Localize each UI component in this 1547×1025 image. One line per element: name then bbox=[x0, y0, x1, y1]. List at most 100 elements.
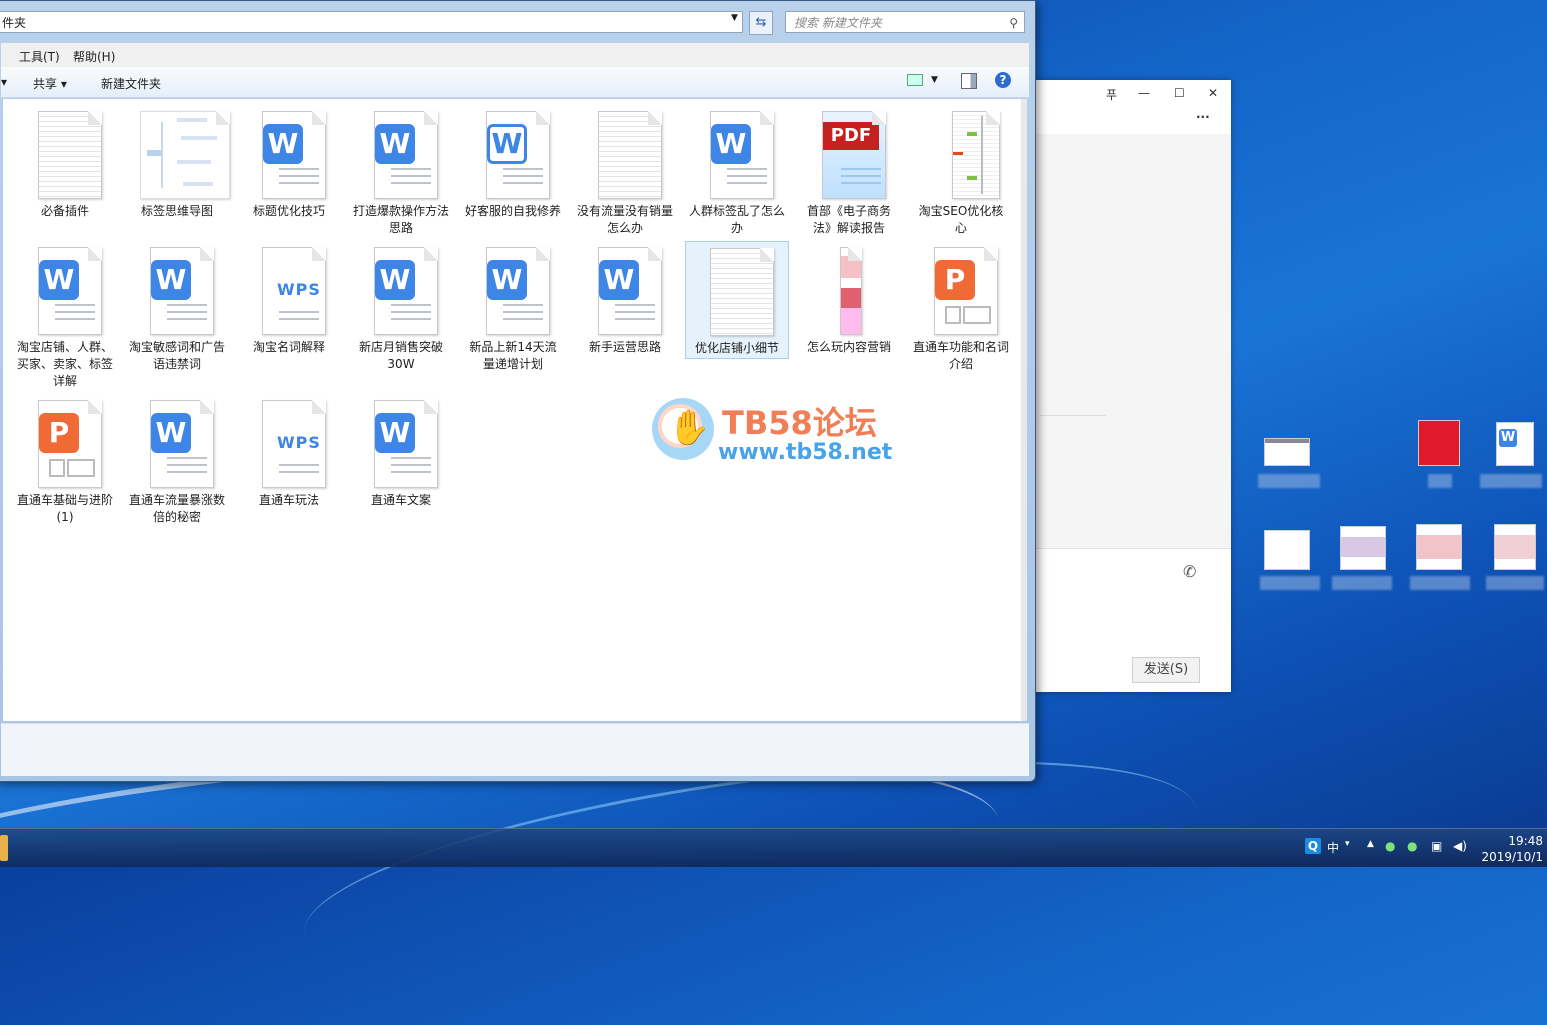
word-icon: W bbox=[487, 124, 527, 164]
pdf-icon: PDF bbox=[823, 122, 879, 150]
file-item[interactable]: 必备插件 bbox=[13, 99, 117, 220]
taskbar: Q 中 ▾ ▲ ● ● ▣ ◀) 19:48 2019/10/1 bbox=[0, 828, 1547, 867]
search-placeholder: 搜索 新建文件夹 bbox=[794, 16, 882, 30]
search-icon[interactable]: ⚲ bbox=[1009, 12, 1018, 34]
wechat-icon[interactable]: ● bbox=[1385, 839, 1395, 853]
file-item[interactable]: WPS 直通车玩法 bbox=[237, 388, 341, 509]
file-label: 直通车玩法 bbox=[258, 493, 319, 507]
file-item[interactable]: W 新手运营思路 bbox=[573, 235, 677, 356]
volume-icon[interactable]: ◀) bbox=[1453, 839, 1467, 853]
chevron-down-icon[interactable]: ▼ bbox=[731, 13, 738, 23]
command-bar: ▾ 共享 ▾ 新建文件夹 ▼ ? bbox=[1, 67, 1029, 98]
file-label: 好客服的自我修养 bbox=[465, 204, 562, 218]
file-label: 标题优化技巧 bbox=[252, 204, 325, 218]
menu-help[interactable]: 帮助(H) bbox=[73, 48, 115, 65]
file-item[interactable]: W 好客服的自我修养 bbox=[461, 99, 565, 220]
file-label: 直通车流量暴涨数倍的秘密 bbox=[129, 493, 226, 524]
word-icon: W bbox=[39, 260, 79, 300]
desktop-file-label bbox=[1260, 576, 1320, 590]
scrollbar[interactable] bbox=[1021, 99, 1027, 721]
help-icon[interactable]: ? bbox=[995, 72, 1011, 88]
document-icon bbox=[38, 111, 102, 199]
wechat-icon[interactable]: ● bbox=[1407, 839, 1417, 853]
file-label: 优化店铺小细节 bbox=[694, 341, 779, 355]
file-item[interactable]: WPS 淘宝名词解释 bbox=[237, 235, 341, 356]
word-icon: W bbox=[151, 413, 191, 453]
refresh-icon[interactable]: ⇆ bbox=[749, 11, 773, 35]
chevron-down-icon[interactable]: ▾ bbox=[1345, 839, 1350, 849]
qq-icon[interactable]: Q bbox=[1305, 838, 1321, 854]
file-label: 直通车基础与进阶(1) bbox=[17, 493, 114, 524]
desktop-file-thumbnail[interactable] bbox=[1340, 526, 1386, 570]
document-icon bbox=[598, 111, 662, 199]
file-item[interactable]: W 打造爆款操作方法思路 bbox=[349, 99, 453, 237]
file-label: 淘宝店铺、人群、买家、卖家、标签详解 bbox=[17, 340, 114, 388]
clock-time: 19:48 bbox=[1508, 834, 1543, 848]
explorer-window: 件夹 ▼ ⇆ 搜索 新建文件夹 ⚲ 工具(T) 帮助(H) ▾ 共享 ▾ 新建文… bbox=[0, 0, 1036, 782]
more-button[interactable]: ··· bbox=[1196, 110, 1210, 124]
file-item[interactable]: W 淘宝敏感词和广告语违禁词 bbox=[125, 235, 229, 373]
wps-icon: WPS bbox=[277, 280, 321, 299]
file-item[interactable]: W 新店月销售突破30W bbox=[349, 235, 453, 373]
share-button[interactable]: 共享 ▾ bbox=[33, 75, 67, 92]
watermark-title: TB58论坛 bbox=[722, 404, 877, 442]
document-icon bbox=[710, 248, 774, 336]
new-folder-button[interactable]: 新建文件夹 bbox=[101, 75, 161, 92]
desktop-file-label bbox=[1258, 474, 1320, 488]
file-item[interactable]: W 直通车流量暴涨数倍的秘密 bbox=[125, 388, 229, 526]
close-button[interactable]: ✕ bbox=[1208, 86, 1218, 100]
minimize-button[interactable]: — bbox=[1138, 86, 1150, 100]
file-item[interactable]: P 直通车功能和名词介绍 bbox=[909, 235, 1013, 373]
hand-icon: ✋ bbox=[668, 408, 711, 448]
desktop-file-thumbnail[interactable] bbox=[1418, 420, 1460, 466]
taskbar-app-button[interactable] bbox=[0, 835, 8, 861]
file-item[interactable]: 没有流量没有销量怎么办 bbox=[573, 99, 677, 237]
file-item[interactable]: W 新品上新14天流量递增计划 bbox=[461, 235, 565, 373]
chevron-up-icon[interactable]: ▲ bbox=[1367, 839, 1374, 849]
address-text: 件夹 bbox=[2, 16, 27, 30]
desktop-file-thumbnail[interactable] bbox=[1416, 524, 1462, 570]
file-label: 必备插件 bbox=[40, 204, 89, 218]
file-label: 直通车功能和名词介绍 bbox=[913, 340, 1010, 371]
desktop-file-thumbnail[interactable] bbox=[1494, 524, 1536, 570]
file-item[interactable]: 标签思维导图 bbox=[125, 99, 230, 220]
desktop-file-thumbnail[interactable] bbox=[1264, 438, 1310, 466]
word-icon: W bbox=[375, 260, 415, 300]
address-bar[interactable]: 件夹 bbox=[0, 11, 743, 33]
network-icon[interactable]: ▣ bbox=[1431, 839, 1442, 853]
file-item[interactable]: W 标题优化技巧 bbox=[237, 99, 341, 220]
view-icon[interactable] bbox=[907, 74, 923, 86]
search-input[interactable]: 搜索 新建文件夹 ⚲ bbox=[785, 11, 1025, 33]
image-thumbnail-icon bbox=[952, 111, 1000, 199]
file-item[interactable]: PDF 首部《电子商务法》解读报告 bbox=[797, 99, 901, 237]
file-label: 新品上新14天流量递增计划 bbox=[469, 340, 557, 371]
file-label: 人群标签乱了怎么办 bbox=[689, 204, 786, 235]
file-item[interactable]: W 直通车文案 bbox=[349, 388, 453, 509]
chevron-down-icon[interactable]: ▾ bbox=[1, 75, 7, 89]
clock[interactable]: 19:48 2019/10/1 bbox=[1481, 833, 1543, 865]
divider bbox=[1040, 415, 1106, 416]
word-icon: W bbox=[487, 260, 527, 300]
word-icon: W bbox=[599, 260, 639, 300]
file-item[interactable]: 淘宝SEO优化核心 bbox=[909, 99, 1013, 237]
send-button[interactable]: 发送(S) bbox=[1132, 657, 1200, 683]
status-bar bbox=[1, 723, 1029, 776]
phone-icon[interactable]: ✆ bbox=[1183, 562, 1196, 581]
ppt-icon: P bbox=[935, 260, 975, 300]
pin-button[interactable]: 푸 bbox=[1106, 86, 1117, 103]
desktop-word-file[interactable]: W bbox=[1496, 422, 1534, 466]
file-item-selected[interactable]: 优化店铺小细节 bbox=[685, 241, 789, 359]
file-item[interactable]: 怎么玩内容营销 bbox=[797, 235, 901, 356]
ime-indicator[interactable]: 中 bbox=[1327, 839, 1339, 856]
chat-history bbox=[1020, 134, 1231, 548]
file-item[interactable]: P 直通车基础与进阶(1) bbox=[13, 388, 117, 526]
file-label: 直通车文案 bbox=[370, 493, 431, 507]
mindmap-thumbnail-icon bbox=[140, 111, 230, 199]
file-item[interactable]: W 淘宝店铺、人群、买家、卖家、标签详解 bbox=[13, 235, 117, 390]
maximize-button[interactable]: ☐ bbox=[1174, 86, 1185, 100]
desktop-file-thumbnail[interactable] bbox=[1264, 530, 1310, 570]
menu-tools[interactable]: 工具(T) bbox=[19, 48, 60, 65]
file-item[interactable]: W 人群标签乱了怎么办 bbox=[685, 99, 789, 237]
preview-pane-icon[interactable] bbox=[961, 73, 977, 89]
chevron-down-icon[interactable]: ▼ bbox=[931, 75, 938, 85]
